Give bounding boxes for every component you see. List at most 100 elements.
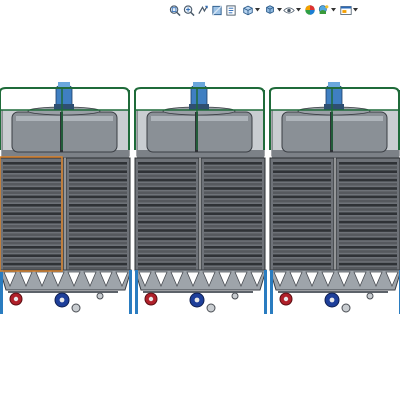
louver-blade[interactable] bbox=[273, 195, 331, 199]
louver-blade[interactable] bbox=[138, 246, 196, 249]
louver-blade[interactable] bbox=[273, 233, 331, 236]
louver-blade[interactable] bbox=[138, 195, 196, 199]
louver-blade[interactable] bbox=[69, 233, 127, 236]
apply-scene-icon[interactable] bbox=[317, 1, 331, 19]
louver-blade[interactable] bbox=[69, 191, 127, 194]
louver-blade[interactable] bbox=[339, 195, 397, 199]
motor-cap[interactable] bbox=[58, 82, 70, 87]
louver-blade[interactable] bbox=[138, 178, 196, 182]
louver-blade[interactable] bbox=[3, 208, 61, 211]
louver-blade[interactable] bbox=[3, 254, 61, 257]
view-settings-icon[interactable] bbox=[339, 1, 353, 19]
louver-blade[interactable] bbox=[273, 183, 331, 186]
motor-base[interactable] bbox=[189, 104, 209, 110]
louver-blade[interactable] bbox=[69, 204, 127, 207]
louver-blade[interactable] bbox=[339, 170, 397, 173]
louver-blade[interactable] bbox=[204, 162, 262, 165]
louver-blade[interactable] bbox=[339, 225, 397, 228]
louver-blade[interactable] bbox=[69, 208, 127, 211]
louver-blade[interactable] bbox=[138, 225, 196, 228]
edit-appearance-icon[interactable] bbox=[303, 1, 317, 19]
louver-blade[interactable] bbox=[3, 237, 61, 241]
louver-blade[interactable] bbox=[273, 254, 331, 257]
valve[interactable] bbox=[231, 292, 239, 300]
zoom-to-area-icon[interactable] bbox=[182, 1, 196, 19]
previous-view-icon[interactable] bbox=[196, 1, 210, 19]
louver-blade[interactable] bbox=[204, 241, 262, 245]
louver-blade[interactable] bbox=[3, 225, 61, 228]
louver-blade[interactable] bbox=[273, 262, 331, 266]
louver-blade[interactable] bbox=[204, 237, 262, 241]
support-column[interactable] bbox=[135, 270, 138, 314]
louver-blade[interactable] bbox=[339, 241, 397, 245]
louver-blade[interactable] bbox=[69, 229, 127, 232]
louver-blade[interactable] bbox=[339, 258, 397, 262]
louver-blade[interactable] bbox=[339, 246, 397, 249]
dynamic-annotation-icon[interactable] bbox=[224, 1, 238, 19]
section-view-icon[interactable] bbox=[210, 1, 224, 19]
louver-blade[interactable] bbox=[3, 187, 61, 190]
louver-blade[interactable] bbox=[3, 250, 61, 253]
louver-blade[interactable] bbox=[138, 187, 196, 190]
valve[interactable] bbox=[206, 303, 216, 313]
louver-blade[interactable] bbox=[138, 233, 196, 236]
louver-blade[interactable] bbox=[273, 187, 331, 190]
louver-blade[interactable] bbox=[273, 267, 331, 270]
louver-blade[interactable] bbox=[204, 208, 262, 211]
louver-blade[interactable] bbox=[273, 204, 331, 207]
louver-blade[interactable] bbox=[273, 178, 331, 182]
louver-blade[interactable] bbox=[339, 267, 397, 270]
louver-blade[interactable] bbox=[204, 216, 262, 220]
valve[interactable] bbox=[366, 292, 374, 300]
louver-blade[interactable] bbox=[69, 174, 127, 178]
louver-blade[interactable] bbox=[273, 166, 331, 169]
louver-blade[interactable] bbox=[204, 204, 262, 207]
louver-blade[interactable] bbox=[204, 258, 262, 262]
louver-blade[interactable] bbox=[138, 174, 196, 178]
louver-blade[interactable] bbox=[3, 220, 61, 224]
louver-blade[interactable] bbox=[204, 225, 262, 228]
louver-blade[interactable] bbox=[3, 241, 61, 245]
hide-show-items-icon[interactable] bbox=[282, 1, 296, 19]
louver-blade[interactable] bbox=[204, 178, 262, 182]
louver-blade[interactable] bbox=[138, 166, 196, 169]
louver-blade[interactable] bbox=[273, 191, 331, 194]
apply-scene-dropdown-icon[interactable] bbox=[331, 1, 337, 19]
louver-blade[interactable] bbox=[69, 166, 127, 169]
louver-blade[interactable] bbox=[339, 212, 397, 215]
louver-blade[interactable] bbox=[3, 183, 61, 186]
valve[interactable] bbox=[96, 292, 104, 300]
louver-blade[interactable] bbox=[273, 208, 331, 211]
louver-blade[interactable] bbox=[273, 220, 331, 224]
louver-blade[interactable] bbox=[3, 170, 61, 173]
tower-cell[interactable] bbox=[0, 82, 132, 314]
louver-blade[interactable] bbox=[69, 216, 127, 220]
louver-blade[interactable] bbox=[339, 250, 397, 253]
louver-blade[interactable] bbox=[204, 262, 262, 266]
louver-blade[interactable] bbox=[138, 183, 196, 186]
support-column[interactable] bbox=[270, 270, 273, 314]
louver-blade[interactable] bbox=[69, 195, 127, 199]
louver-blade[interactable] bbox=[339, 220, 397, 224]
louver-blade[interactable] bbox=[69, 250, 127, 253]
louver-blade[interactable] bbox=[69, 183, 127, 186]
tower-cell[interactable] bbox=[134, 82, 267, 314]
louver-blade[interactable] bbox=[3, 195, 61, 199]
louver-blade[interactable] bbox=[69, 199, 127, 203]
valve[interactable] bbox=[341, 303, 351, 313]
louver-blade[interactable] bbox=[138, 199, 196, 203]
louver-blade[interactable] bbox=[273, 237, 331, 241]
louver-blade[interactable] bbox=[339, 199, 397, 203]
valve[interactable] bbox=[71, 303, 81, 313]
louver-blade[interactable] bbox=[339, 162, 397, 165]
louver-blade[interactable] bbox=[204, 191, 262, 194]
cooling-tower-model[interactable] bbox=[0, 0, 400, 400]
louver-blade[interactable] bbox=[138, 170, 196, 173]
support-column[interactable] bbox=[129, 270, 132, 314]
louver-blade[interactable] bbox=[273, 199, 331, 203]
louver-blade[interactable] bbox=[204, 195, 262, 199]
louver-blade[interactable] bbox=[69, 225, 127, 228]
louver-blade[interactable] bbox=[3, 258, 61, 262]
louver-blade[interactable] bbox=[3, 174, 61, 178]
louver-blade[interactable] bbox=[273, 174, 331, 178]
